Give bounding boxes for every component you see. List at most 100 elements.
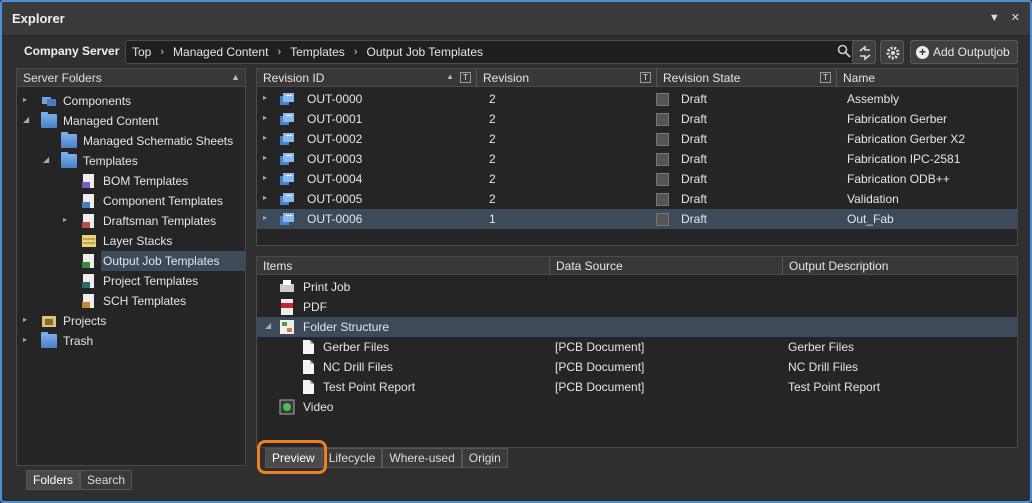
- revision-name: Assembly: [847, 92, 900, 106]
- add-outputjob-button[interactable]: + Add Outputjob: [910, 40, 1018, 64]
- expand-icon[interactable]: ▸: [263, 153, 267, 162]
- table-row[interactable]: ▸ OUT-0000 2 Draft Assembly: [257, 89, 1017, 109]
- folder-item-managed-schematic-sheets[interactable]: Managed Schematic Sheets: [17, 131, 245, 151]
- tab-folders[interactable]: Folders: [26, 470, 81, 490]
- state-checkbox[interactable]: [656, 153, 669, 166]
- server-folders-panel: Server Folders ▲ ▸ Components ◢ Managed …: [16, 68, 246, 466]
- expand-icon[interactable]: ▸: [263, 193, 267, 202]
- breadcrumb-item-top[interactable]: Top: [132, 45, 151, 59]
- state-checkbox[interactable]: [656, 173, 669, 186]
- folder-icon: [61, 152, 77, 168]
- folder-item-layer-stacks[interactable]: Layer Stacks: [17, 231, 245, 251]
- item-output-description: Test Point Report: [788, 380, 881, 394]
- folder-item-component-templates[interactable]: Component Templates: [17, 191, 245, 211]
- breadcrumb[interactable]: Top › Managed Content › Templates › Outp…: [125, 40, 858, 64]
- collapse-icon[interactable]: ◢: [23, 115, 29, 124]
- collapse-icon[interactable]: ◢: [265, 321, 271, 330]
- outputjob-revision-icon: [280, 213, 294, 225]
- tab-origin[interactable]: Origin: [461, 448, 508, 468]
- expand-icon[interactable]: ▸: [23, 315, 27, 324]
- server-dropdown[interactable]: Company Server▼: [24, 44, 131, 58]
- table-row[interactable]: ▸ OUT-0002 2 Draft Fabrication Gerber X2: [257, 129, 1017, 149]
- expand-icon[interactable]: ▸: [63, 215, 67, 224]
- outputjob-revision-icon: [280, 93, 294, 105]
- item-output-description: Gerber Files: [788, 340, 855, 354]
- close-icon[interactable]: ✕: [1011, 12, 1020, 24]
- revision-state: Draft: [681, 92, 708, 106]
- state-checkbox[interactable]: [656, 133, 669, 146]
- state-checkbox[interactable]: [656, 193, 669, 206]
- outputjob-revision-icon: [280, 193, 294, 205]
- expand-icon[interactable]: ▸: [263, 133, 267, 142]
- revision-number: 2: [489, 192, 496, 206]
- revision-state: Draft: [681, 152, 708, 166]
- state-checkbox[interactable]: [656, 93, 669, 106]
- expand-icon[interactable]: ▸: [23, 95, 27, 104]
- sort-up-icon[interactable]: ▲: [231, 72, 240, 82]
- pin-icon[interactable]: ▼: [989, 12, 1000, 24]
- list-item[interactable]: Gerber Files [PCB Document] Gerber Files: [257, 337, 1017, 357]
- column-header-data-source[interactable]: Data Source: [550, 257, 783, 275]
- table-row[interactable]: ▸ OUT-0001 2 Draft Fabrication Gerber: [257, 109, 1017, 129]
- list-item[interactable]: Video: [257, 397, 1017, 417]
- column-header-revision[interactable]: Revision T: [477, 69, 657, 87]
- collapse-icon[interactable]: ◢: [43, 155, 49, 164]
- folder-item-draftsman-templates[interactable]: ▸ Draftsman Templates: [17, 211, 245, 231]
- revisions-grid: Revision ID ▲ T Revision T Revision Stat…: [256, 68, 1018, 246]
- refresh-button[interactable]: [852, 40, 876, 64]
- folder-item-projects[interactable]: ▸ Projects: [17, 311, 245, 331]
- expand-icon[interactable]: ▸: [263, 213, 267, 222]
- tab-search[interactable]: Search: [80, 470, 133, 490]
- tab-where-used[interactable]: Where-used: [382, 448, 462, 468]
- list-item[interactable]: NC Drill Files [PCB Document] NC Drill Fil…: [257, 357, 1017, 377]
- expand-icon[interactable]: ▸: [263, 93, 267, 102]
- outputjob-revision-icon: [280, 133, 294, 145]
- list-item[interactable]: Test Point Report [PCB Document] Test Poin…: [257, 377, 1017, 397]
- breadcrumb-item-output-job-templates[interactable]: Output Job Templates: [366, 45, 483, 59]
- column-header-revision-state[interactable]: Revision State T: [657, 69, 837, 87]
- table-row[interactable]: ▸ OUT-0006 1 Draft Out_Fab: [257, 209, 1017, 229]
- item-name: Video: [303, 400, 334, 414]
- folder-item-components[interactable]: ▸ Components: [17, 91, 245, 111]
- column-header-items[interactable]: Items: [257, 257, 550, 275]
- breadcrumb-item-templates[interactable]: Templates: [290, 45, 345, 59]
- folder-item-sch-templates[interactable]: SCH Templates: [17, 291, 245, 311]
- column-header-revision-id[interactable]: Revision ID ▲ T: [257, 69, 477, 87]
- bom-template-icon: [82, 174, 94, 188]
- column-header-output-description[interactable]: Output Description: [783, 257, 1019, 275]
- state-checkbox[interactable]: [656, 213, 669, 226]
- expand-icon[interactable]: ▸: [263, 113, 267, 122]
- folder-item-templates[interactable]: ◢ Templates: [17, 151, 245, 171]
- tab-preview[interactable]: Preview: [265, 448, 322, 468]
- expand-icon[interactable]: ▸: [263, 173, 267, 182]
- revision-number: 2: [489, 92, 496, 106]
- tab-lifecycle[interactable]: Lifecycle: [321, 448, 383, 468]
- filter-icon[interactable]: T: [460, 72, 471, 83]
- folder-item-output-job-templates[interactable]: Output Job Templates: [82, 251, 245, 271]
- item-name: Gerber Files: [323, 340, 390, 354]
- expand-icon[interactable]: ▸: [23, 335, 27, 344]
- folder-item-trash[interactable]: ▸ Trash: [17, 331, 245, 351]
- revision-name: Validation: [847, 192, 899, 206]
- state-checkbox[interactable]: [656, 113, 669, 126]
- document-icon: [303, 340, 314, 354]
- filter-icon[interactable]: T: [820, 72, 831, 83]
- table-row[interactable]: ▸ OUT-0004 2 Draft Fabrication ODB++: [257, 169, 1017, 189]
- folder-item-managed-content[interactable]: ◢ Managed Content: [17, 111, 245, 131]
- list-item[interactable]: ◢ Folder Structure: [257, 317, 1017, 337]
- panel-title: Server Folders: [23, 71, 102, 85]
- column-header-name[interactable]: Name: [837, 69, 1017, 87]
- folder-item-project-templates[interactable]: Project Templates: [17, 271, 245, 291]
- table-row[interactable]: ▸ OUT-0005 2 Draft Validation: [257, 189, 1017, 209]
- item-name: Print Job: [303, 280, 351, 294]
- breadcrumb-item-managed-content[interactable]: Managed Content: [173, 45, 268, 59]
- table-row[interactable]: ▸ OUT-0003 2 Draft Fabrication IPC-2581: [257, 149, 1017, 169]
- list-item[interactable]: Print Job: [257, 277, 1017, 297]
- folder-item-bom-templates[interactable]: BOM Templates: [17, 171, 245, 191]
- filter-icon[interactable]: T: [640, 72, 651, 83]
- revision-state: Draft: [681, 132, 708, 146]
- settings-button[interactable]: [880, 40, 904, 64]
- bottom-tabs: Preview Lifecycle Where-used Origin: [265, 448, 508, 468]
- list-item[interactable]: PDF: [257, 297, 1017, 317]
- search-icon[interactable]: [837, 44, 851, 58]
